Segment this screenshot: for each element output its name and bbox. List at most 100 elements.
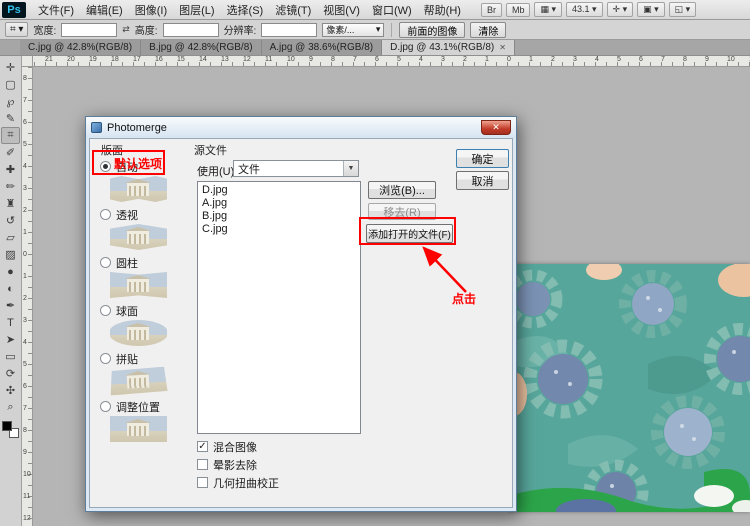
layout-option-spherical[interactable]: 球面 — [100, 303, 192, 318]
layout-thumbnail-cylindrical — [110, 272, 167, 298]
crop-width-input[interactable] — [61, 23, 117, 37]
ruler-number: 2 — [23, 295, 27, 302]
shape-tool[interactable]: ▭ — [1, 348, 20, 365]
sunflower-artwork-svg — [508, 264, 750, 512]
file-item-a-jpg[interactable]: A.jpg — [198, 197, 360, 210]
layout-thumbnail-collage — [109, 367, 167, 396]
ruler-number: 4 — [595, 56, 599, 63]
crop-tool[interactable]: ⌗ — [1, 127, 20, 144]
hand-tool[interactable]: ✣ — [1, 382, 20, 399]
foreground-color-swatch[interactable] — [2, 421, 12, 431]
checkbox-label: 晕影去除 — [213, 457, 257, 473]
radio-icon — [100, 401, 111, 412]
front-image-button[interactable]: 前面的图像 — [399, 22, 465, 38]
radio-icon — [100, 353, 111, 364]
document-tab-4[interactable]: D.jpg @ 43.1%(RGB/8)✕ — [382, 40, 515, 55]
document-tab-2[interactable]: B.jpg @ 42.8%(RGB/8) — [141, 40, 262, 55]
layout-thumbnail-spherical — [110, 320, 167, 346]
file-item-b-jpg[interactable]: B.jpg — [198, 210, 360, 223]
pen-tool[interactable]: ✒ — [1, 297, 20, 314]
history-brush-tool[interactable]: ↺ — [1, 212, 20, 229]
type-tool[interactable]: T — [1, 314, 20, 331]
menu-item-1[interactable]: 文件(F) — [32, 0, 80, 20]
resolution-unit-select[interactable]: 像素/... ▾ — [322, 23, 384, 37]
thumbnail-building-image — [127, 231, 149, 244]
color-swatches[interactable] — [2, 421, 19, 438]
photoshop-window: Ps 文件(F)编辑(E)图像(I)图层(L)选择(S)滤镜(T)视图(V)窗口… — [0, 0, 750, 526]
blur-tool[interactable]: ● — [1, 263, 20, 280]
menu-item-4[interactable]: 图层(L) — [173, 0, 220, 20]
hand-tool-menu-button[interactable]: ✛ ▾ — [607, 2, 634, 17]
menu-item-8[interactable]: 窗口(W) — [366, 0, 418, 20]
launch-bridge-button[interactable]: Br — [481, 3, 502, 17]
tab-close-icon[interactable]: ✕ — [499, 43, 506, 52]
menu-item-9[interactable]: 帮助(H) — [418, 0, 467, 20]
swap-dimensions-icon[interactable]: ⇄ — [122, 24, 130, 35]
ruler-number: 2 — [551, 56, 555, 63]
document-tab-1[interactable]: C.jpg @ 42.8%(RGB/8) — [20, 40, 141, 55]
layout-option-collage[interactable]: 拼贴 — [100, 351, 192, 366]
marquee-tool[interactable]: ▢ — [1, 76, 20, 93]
eyedropper-tool[interactable]: ✐ — [1, 144, 20, 161]
menu-item-5[interactable]: 选择(S) — [221, 0, 270, 20]
menu-item-7[interactable]: 视图(V) — [317, 0, 366, 20]
file-item-c-jpg[interactable]: C.jpg — [198, 223, 360, 236]
crop-height-input[interactable] — [163, 23, 219, 37]
tab-label: A.jpg @ 38.6%(RGB/8) — [270, 42, 374, 53]
layout-option-reposition[interactable]: 调整位置 — [100, 399, 192, 414]
checkbox-vignette-removal[interactable]: 晕影去除 — [197, 457, 279, 472]
clear-button[interactable]: 清除 — [470, 22, 506, 38]
layout-thumbnail-perspective — [110, 224, 167, 250]
quick-selection-tool[interactable]: ✎ — [1, 110, 20, 127]
menu-item-2[interactable]: 编辑(E) — [80, 0, 129, 20]
source-files-list[interactable]: D.jpgA.jpgB.jpgC.jpg — [197, 181, 361, 434]
cancel-button[interactable]: 取消 — [456, 171, 509, 190]
zoom-tool[interactable]: ⌕ — [1, 399, 20, 416]
document-tab-3[interactable]: A.jpg @ 38.6%(RGB/8) — [262, 40, 383, 55]
dialog-close-button[interactable]: ✕ — [481, 120, 511, 135]
height-label: 高度: — [135, 22, 158, 37]
ok-button[interactable]: 确定 — [456, 149, 509, 168]
ruler-number: 11 — [23, 493, 30, 500]
arrange-documents-button[interactable]: ▣ ▾ — [637, 2, 665, 17]
ruler-number: 6 — [639, 56, 643, 63]
ruler-number: 9 — [705, 56, 709, 63]
move-tool[interactable]: ✛ — [1, 59, 20, 76]
eraser-tool[interactable]: ▱ — [1, 229, 20, 246]
lasso-tool[interactable]: ℘ — [1, 93, 20, 110]
use-label: 使用(U): — [197, 163, 237, 179]
tool-preset-picker[interactable]: ⌗ ▾ — [5, 22, 28, 37]
menu-item-6[interactable]: 滤镜(T) — [269, 0, 317, 20]
zoom-level-dropdown[interactable]: 43.1 ▾ — [566, 2, 603, 17]
layout-option-perspective[interactable]: 透视 — [100, 207, 192, 222]
screen-mode-button[interactable]: ◱ ▾ — [669, 2, 697, 17]
ruler-number: 18 — [111, 56, 119, 63]
crop-resolution-input[interactable] — [261, 23, 317, 37]
annotation-click: 点击 — [452, 290, 476, 307]
chevron-down-icon: ▾ — [18, 24, 23, 35]
ruler-number: 13 — [221, 56, 229, 63]
browse-button[interactable]: 浏览(B)... — [368, 181, 436, 199]
clone-stamp-tool[interactable]: ♜ — [1, 195, 20, 212]
use-dropdown[interactable]: 文件 ▼ — [233, 160, 359, 177]
healing-brush-tool[interactable]: ✚ — [1, 161, 20, 178]
checkbox-geometric-distortion-correction[interactable]: 几何扭曲校正 — [197, 475, 279, 490]
layout-option-cylindrical[interactable]: 圆柱 — [100, 255, 192, 270]
brush-tool[interactable]: ✏ — [1, 178, 20, 195]
rotate-view-tool[interactable]: ⟳ — [1, 365, 20, 382]
ruler-number: 15 — [177, 56, 185, 63]
menu-item-3[interactable]: 图像(I) — [129, 0, 173, 20]
launch-mini-bridge-button[interactable]: Mb — [506, 3, 531, 17]
view-extras-button[interactable]: ▦ ▾ — [534, 2, 562, 17]
file-item-d-jpg[interactable]: D.jpg — [198, 184, 360, 197]
dodge-tool[interactable]: ◐ — [1, 280, 20, 297]
dialog-titlebar[interactable]: Photomerge ✕ — [86, 117, 516, 138]
resolution-label: 分辨率: — [224, 22, 257, 37]
use-dropdown-value: 文件 — [238, 161, 260, 177]
gradient-tool[interactable]: ▨ — [1, 246, 20, 263]
ruler-number: 16 — [155, 56, 163, 63]
document-tabs-bar: C.jpg @ 42.8%(RGB/8)B.jpg @ 42.8%(RGB/8)… — [0, 40, 750, 56]
path-selection-tool[interactable]: ➤ — [1, 331, 20, 348]
checkbox-blend-images[interactable]: ✓混合图像 — [197, 439, 279, 454]
thumbnail-building-image — [127, 279, 149, 292]
